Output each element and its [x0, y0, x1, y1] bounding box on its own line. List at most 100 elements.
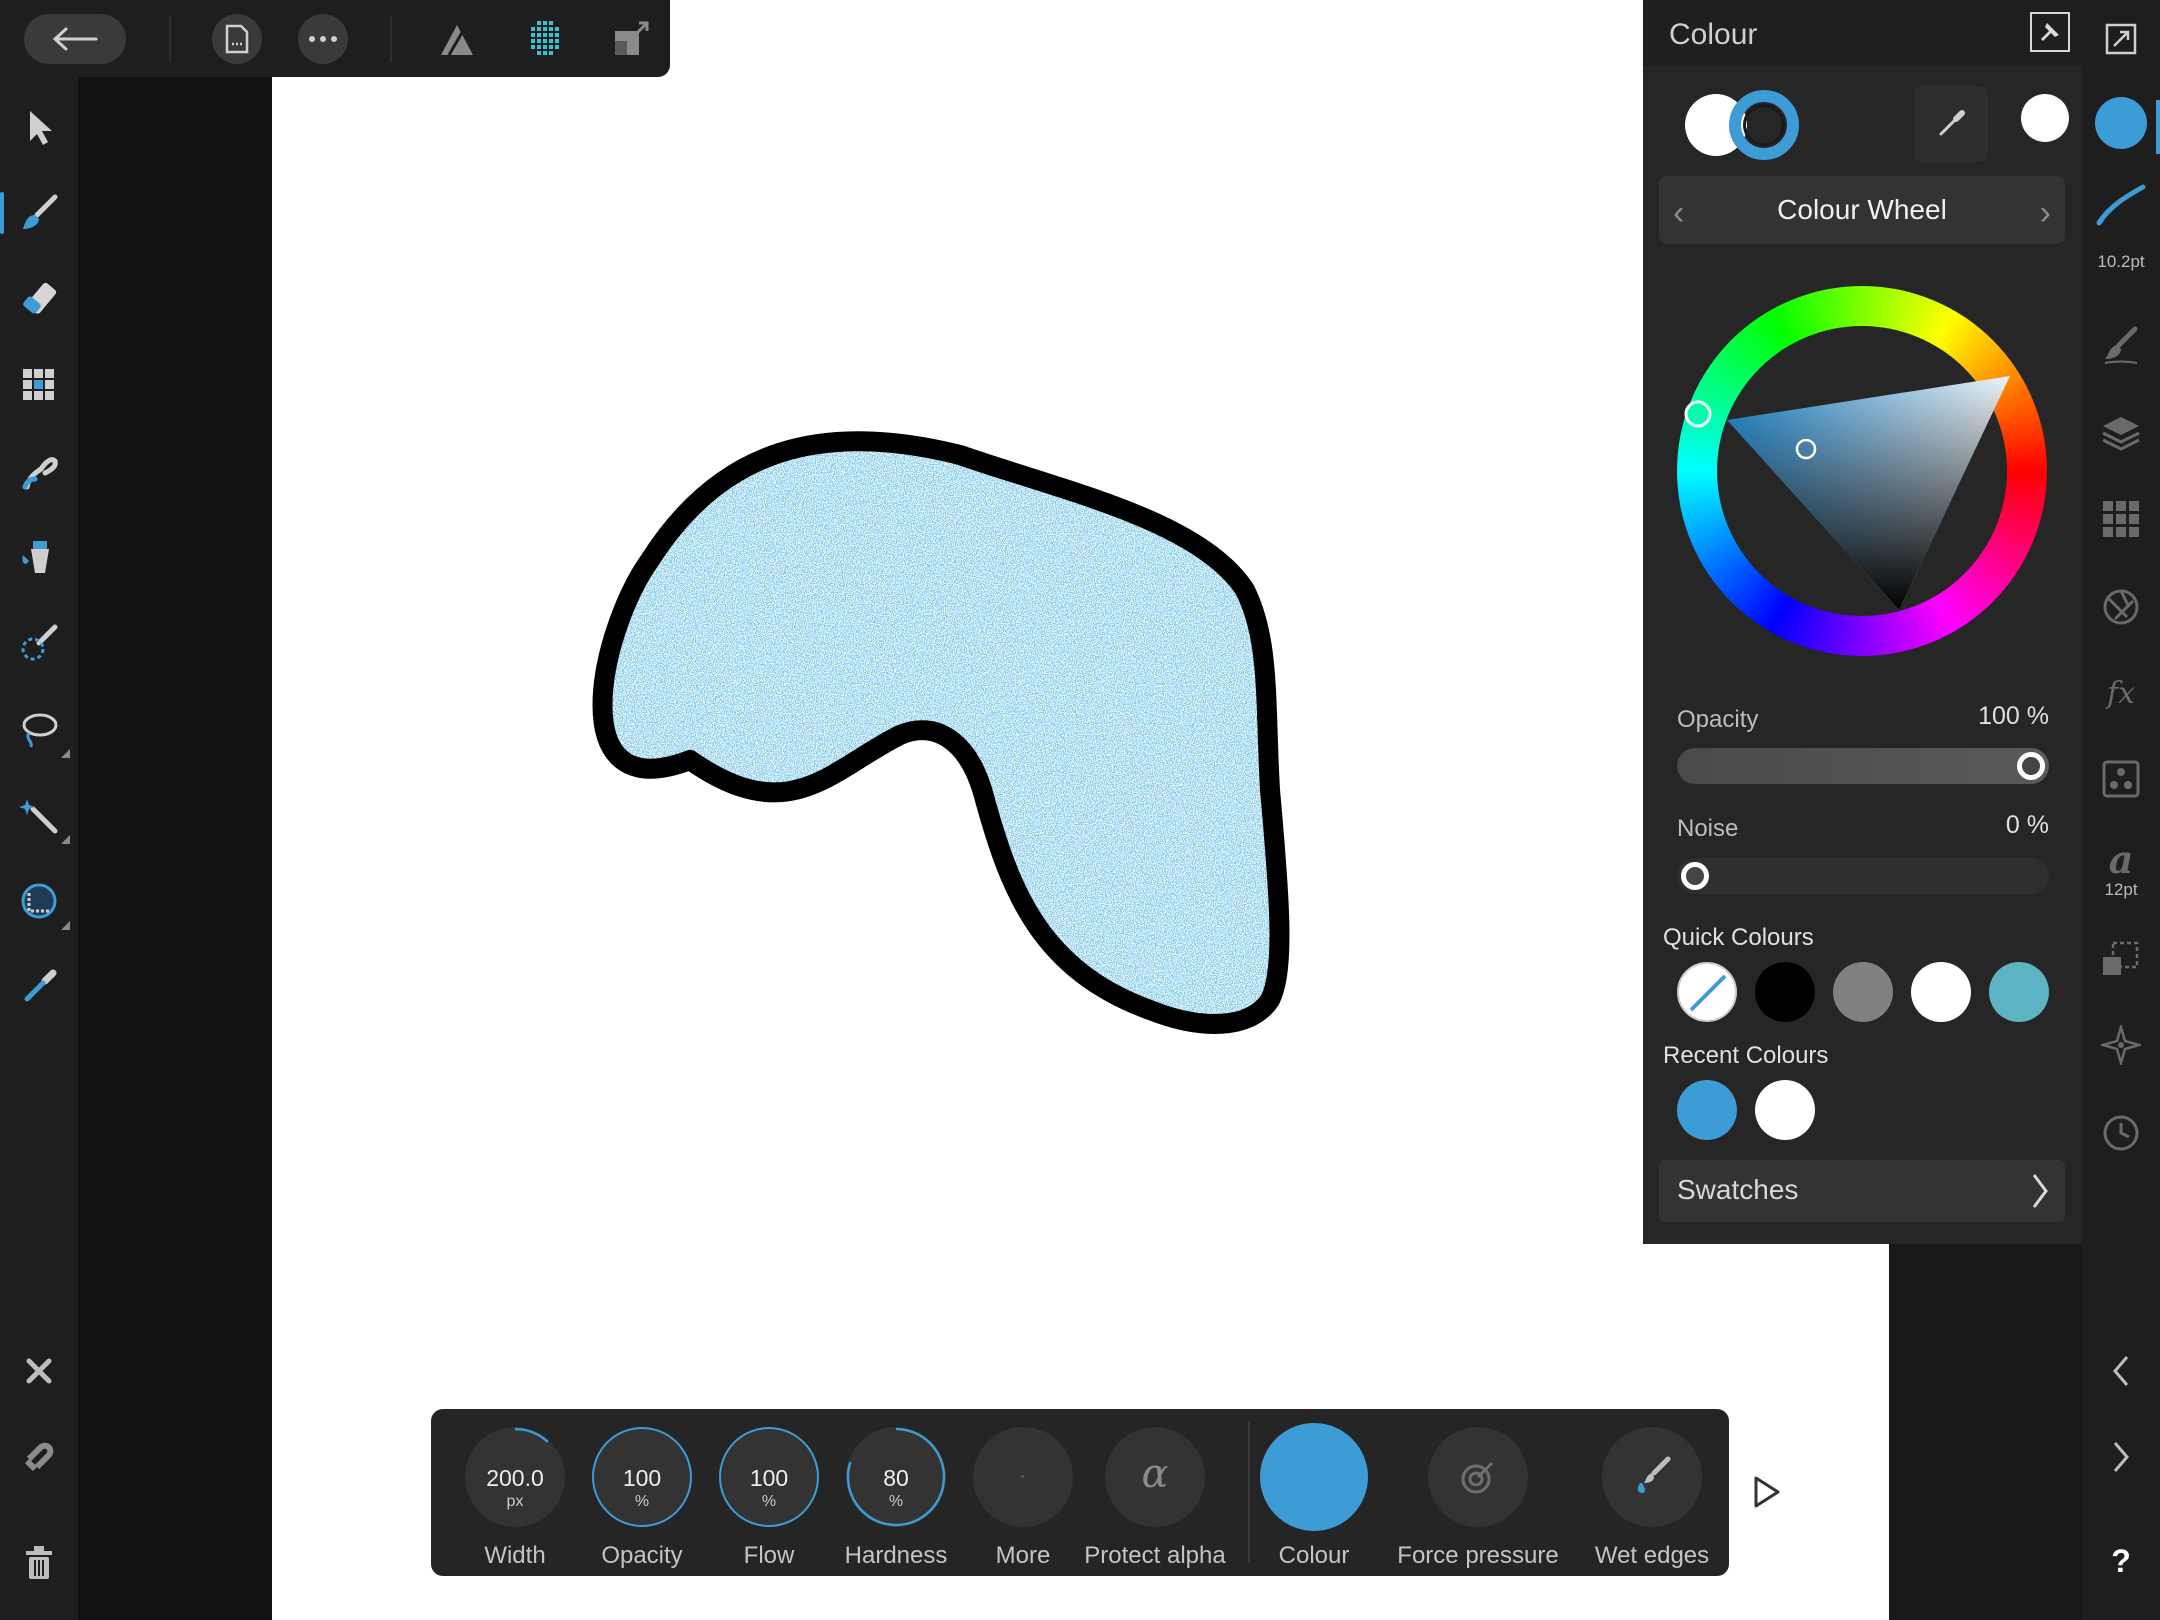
paint-brush-tool[interactable]	[0, 186, 66, 240]
submenu-indicator	[61, 749, 70, 758]
force-pressure-button[interactable]	[1428, 1427, 1528, 1527]
trash-icon	[26, 1546, 52, 1579]
pixel-persona-button[interactable]	[520, 14, 570, 64]
snapping-button[interactable]	[12, 1430, 66, 1484]
protect-alpha-toggle[interactable]: α Protect alpha	[1084, 1419, 1226, 1569]
pin-panel-button[interactable]	[2030, 12, 2070, 52]
layers-studio-button[interactable]	[2094, 406, 2148, 460]
fx-icon: fx	[2106, 675, 2136, 711]
wet-edges-label: Wet edges	[1594, 1542, 1710, 1569]
more-options-button[interactable]	[298, 14, 348, 64]
transform-studio-button[interactable]	[2094, 932, 2148, 986]
stroke-studio-button[interactable]	[2094, 178, 2148, 232]
styles-studio-button[interactable]	[2094, 752, 2148, 806]
swatches-button[interactable]: Swatches	[1659, 1160, 2065, 1222]
delete-button[interactable]	[12, 1536, 66, 1590]
noise-slider-knob[interactable]	[1681, 862, 1709, 890]
picked-colour-swatch[interactable]	[2021, 94, 2069, 142]
flow-unit: %	[761, 1493, 777, 1510]
quick-colour-none[interactable]	[1677, 962, 1737, 1022]
selection-brush-tool[interactable]	[12, 616, 66, 670]
question-icon: ?	[2111, 1542, 2131, 1579]
opacity-slider[interactable]	[1677, 748, 2049, 784]
primary-colour-well[interactable]	[1729, 90, 1799, 160]
colour-control[interactable]: Colour	[1254, 1419, 1374, 1569]
lasso-tool[interactable]	[12, 702, 70, 758]
text-styles-studio-button[interactable]: a	[2094, 832, 2148, 886]
move-tool[interactable]	[12, 100, 66, 154]
colour-studio-button[interactable]	[2094, 96, 2148, 150]
fill-stroke-selector[interactable]	[1681, 88, 1811, 164]
submenu-indicator	[61, 835, 70, 844]
panel-header: Colour	[1643, 0, 2082, 66]
submenu-indicator	[61, 921, 70, 930]
adjustments-studio-button[interactable]	[2094, 580, 2148, 634]
aperture-icon	[2103, 589, 2139, 625]
alpha-icon: α	[1141, 1451, 1169, 1497]
toggle-ui-button[interactable]	[2094, 12, 2148, 66]
hardness-dial[interactable]: 80 %	[846, 1427, 946, 1527]
grid-icon	[2103, 501, 2139, 537]
quick-colour-swatch[interactable]	[1989, 962, 2049, 1022]
noise-slider[interactable]	[1677, 858, 2049, 894]
protect-alpha-button[interactable]: α	[1105, 1427, 1205, 1527]
next-button[interactable]	[2094, 1430, 2148, 1484]
styles-icon	[2102, 760, 2140, 798]
export-persona-icon	[615, 21, 649, 55]
hardness-value: 80	[883, 1465, 909, 1491]
pixel-persona-icon	[531, 21, 559, 55]
help-button[interactable]: ?	[2094, 1534, 2148, 1588]
erase-brush-tool[interactable]	[12, 272, 66, 326]
transform-icon	[2103, 941, 2139, 975]
force-pressure-toggle[interactable]: Force pressure	[1397, 1419, 1559, 1569]
channels-studio-button[interactable]	[2094, 492, 2148, 546]
active-indicator	[2156, 100, 2160, 154]
navigator-studio-button[interactable]	[2094, 1018, 2148, 1072]
studio-panel-strip: 10.2pt fx a 12pt ?	[2082, 0, 2160, 1620]
history-studio-button[interactable]	[2094, 1106, 2148, 1160]
pixel-grid-tool[interactable]	[12, 358, 66, 412]
smudge-tool[interactable]	[12, 444, 66, 498]
previous-button[interactable]	[2094, 1344, 2148, 1398]
colour-wheel[interactable]	[1677, 286, 2047, 656]
opacity-dial[interactable]: 100 %	[592, 1427, 692, 1527]
flood-fill-tool[interactable]	[12, 530, 66, 584]
effects-studio-button[interactable]: fx	[2094, 666, 2148, 720]
opacity-slider-knob[interactable]	[2017, 752, 2045, 780]
crop-icon	[21, 883, 57, 919]
stroke-width-label: 10.2pt	[2097, 252, 2145, 271]
colour-picker-tool[interactable]	[12, 960, 66, 1014]
photo-persona-button[interactable]	[432, 14, 482, 64]
quick-colour-swatch[interactable]	[1833, 962, 1893, 1022]
wet-edges-toggle[interactable]: Wet edges	[1592, 1419, 1712, 1569]
brush-colour-swatch[interactable]	[1260, 1423, 1368, 1531]
next-mode-button[interactable]: ›	[2040, 194, 2051, 233]
magic-wand-icon	[19, 799, 58, 834]
flow-value: 100	[749, 1465, 789, 1491]
flow-dial[interactable]: 100 %	[719, 1427, 819, 1527]
document-button[interactable]	[212, 14, 262, 64]
wet-edges-button[interactable]	[1602, 1427, 1702, 1527]
recent-colour-swatch[interactable]	[1755, 1080, 1815, 1140]
quick-colour-swatch[interactable]	[1911, 962, 1971, 1022]
top-toolbar	[0, 0, 670, 77]
magic-wand-tool[interactable]	[12, 788, 70, 844]
chevron-right-icon	[2113, 1442, 2129, 1472]
width-dial[interactable]: 200.0 px	[465, 1427, 565, 1527]
quick-colour-swatch[interactable]	[1755, 962, 1815, 1022]
recent-colour-swatch[interactable]	[1677, 1080, 1737, 1140]
export-persona-button[interactable]	[606, 14, 656, 64]
cancel-button[interactable]	[12, 1344, 66, 1398]
brushes-studio-button[interactable]	[2094, 318, 2148, 372]
recent-colours-label: Recent Colours	[1663, 1042, 1829, 1069]
close-icon	[26, 1358, 52, 1384]
back-button[interactable]	[24, 14, 126, 64]
expand-toolbar-button[interactable]	[1748, 1472, 1784, 1512]
more-dial[interactable]	[973, 1427, 1073, 1527]
colour-panel: Colour ‹ Colour Wheel › Opacity 100 % No…	[1643, 0, 2082, 1244]
crop-tool[interactable]	[12, 874, 70, 930]
saturation-triangle[interactable]	[1677, 286, 2047, 656]
width-unit: px	[506, 1493, 524, 1510]
colour-picker-button[interactable]	[1914, 86, 1988, 162]
eraser-icon	[23, 282, 57, 314]
